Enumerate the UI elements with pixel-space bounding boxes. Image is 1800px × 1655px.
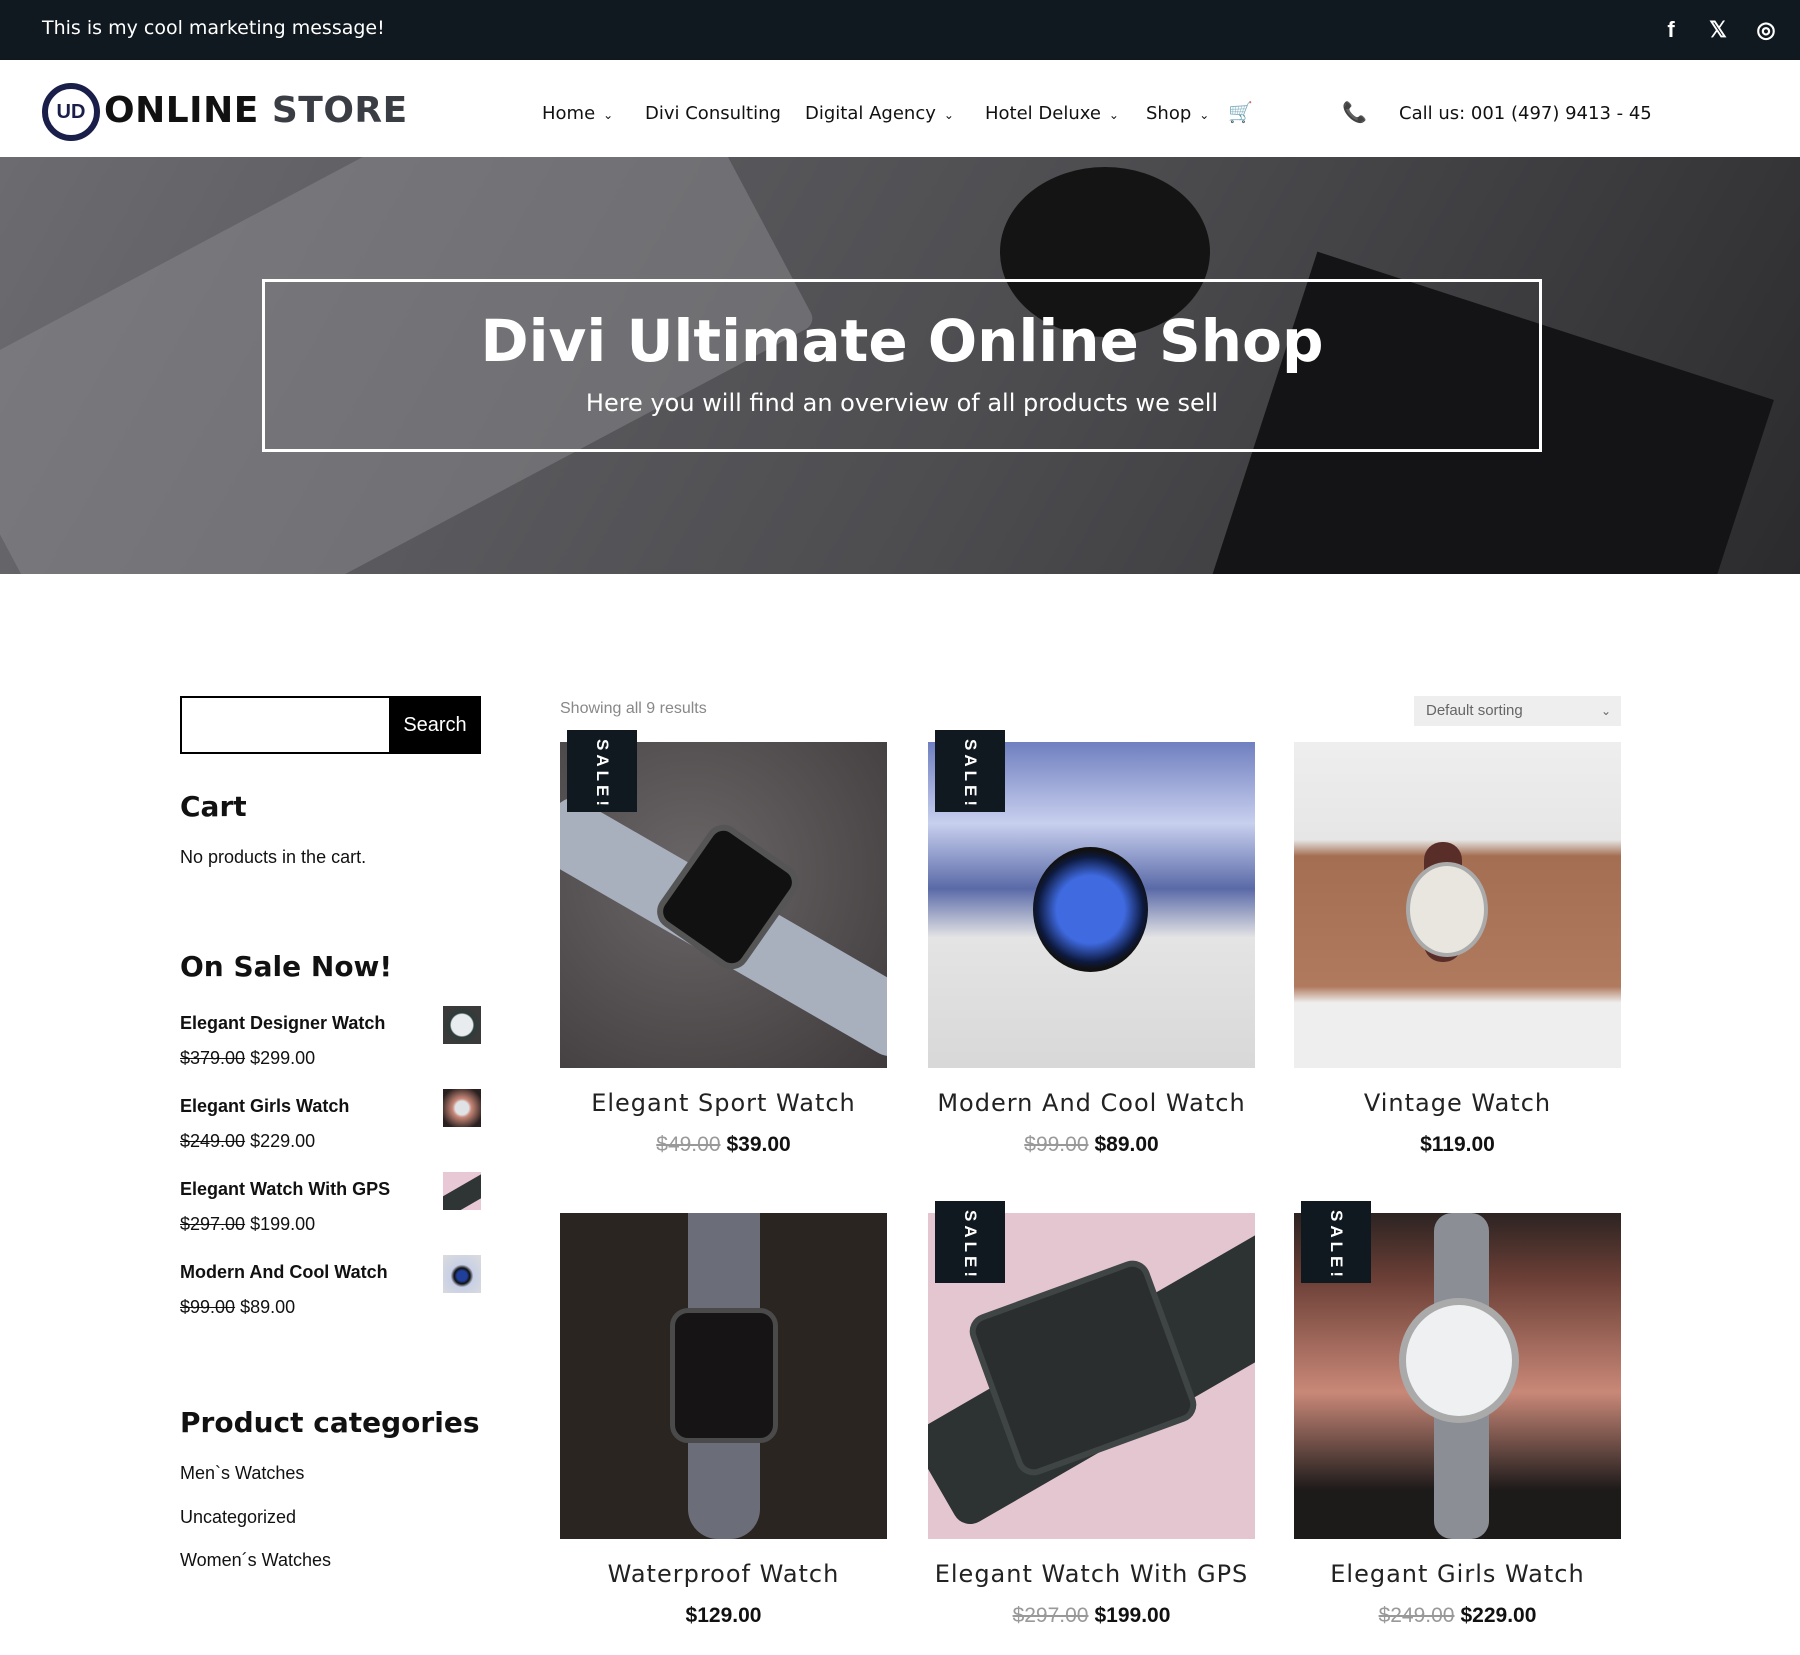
cart-empty-text: No products in the cart.: [180, 847, 367, 867]
sale-item-thumbnail[interactable]: [443, 1089, 481, 1127]
product-title[interactable]: Elegant Sport Watch: [560, 1089, 887, 1117]
nav-divi-consulting[interactable]: Divi Consulting: [645, 103, 781, 124]
logo-word-2: STORE: [271, 90, 408, 131]
call-us-text[interactable]: Call us: 001 (497) 9413 - 45: [1399, 103, 1652, 124]
product-title[interactable]: Elegant Watch With GPS: [928, 1560, 1255, 1588]
old-price: $249.00: [180, 1131, 246, 1151]
sorting-select[interactable]: Default sorting ⌄: [1414, 696, 1621, 726]
sale-price: $199.00: [250, 1214, 316, 1234]
nav-label: Digital Agency: [805, 103, 936, 124]
product-price: $129.00: [560, 1604, 887, 1628]
sale-item-thumbnail[interactable]: [443, 1172, 481, 1210]
current-price: $229.00: [1460, 1604, 1537, 1627]
current-price: $89.00: [1094, 1133, 1159, 1156]
hero-subtitle: Here you will find an overview of all pr…: [585, 389, 1219, 417]
cart-icon[interactable]: 🛒: [1228, 100, 1253, 124]
category-link[interactable]: Men`s Watches: [180, 1463, 304, 1484]
old-price: $49.00: [656, 1133, 721, 1156]
sale-item-name[interactable]: Elegant Designer Watch: [180, 1013, 385, 1034]
nav-digital-agency[interactable]: Digital Agency ⌄: [805, 103, 954, 124]
hero-banner: Divi Ultimate Online Shop Here you will …: [0, 157, 1800, 574]
chevron-down-icon: ⌄: [1600, 704, 1611, 718]
chevron-down-icon: ⌄: [1108, 108, 1119, 122]
current-price: $39.00: [726, 1133, 791, 1156]
product-price: $99.00 $89.00: [928, 1133, 1255, 1157]
sale-item-thumbnail[interactable]: [443, 1255, 481, 1293]
search-button[interactable]: Search: [389, 696, 481, 754]
old-price: $297.00: [1012, 1604, 1089, 1627]
sale-price: $229.00: [250, 1131, 316, 1151]
nav-label: Home: [542, 103, 596, 124]
hero-title: Divi Ultimate Online Shop: [480, 307, 1324, 375]
x-icon[interactable]: 𝕏: [1706, 18, 1730, 42]
header: UD ONLINE STORE Home ⌄ Divi Consulting Di…: [0, 60, 1800, 157]
nav-shop[interactable]: Shop ⌄: [1146, 103, 1209, 124]
sale-price: $299.00: [250, 1048, 316, 1068]
logo-text[interactable]: ONLINE STORE: [104, 90, 408, 131]
product-price: $49.00 $39.00: [560, 1133, 887, 1157]
product-image[interactable]: [1294, 742, 1621, 1068]
sale-badge: SALE!: [935, 730, 1005, 812]
result-count: Showing all 9 results: [560, 700, 707, 717]
facebook-icon[interactable]: f: [1659, 18, 1683, 42]
sale-item-price: $297.00 $199.00: [180, 1214, 315, 1235]
phone-icon: 📞: [1342, 100, 1367, 124]
sorting-value: Default sorting: [1426, 702, 1523, 719]
nav-label: Divi Consulting: [645, 103, 781, 124]
product-categories-title: Product categories: [180, 1406, 480, 1439]
old-price: $249.00: [1378, 1604, 1455, 1627]
sale-badge: SALE!: [567, 730, 637, 812]
nav-label: Shop: [1146, 103, 1192, 124]
current-price: $119.00: [1420, 1133, 1495, 1156]
sale-price: $89.00: [240, 1297, 296, 1317]
marketing-message: This is my cool marketing message!: [42, 17, 385, 39]
product-price: $297.00 $199.00: [928, 1604, 1255, 1628]
product-title[interactable]: Waterproof Watch: [560, 1560, 887, 1588]
product-title[interactable]: Modern And Cool Watch: [928, 1089, 1255, 1117]
old-price: $379.00: [180, 1048, 246, 1068]
sale-badge: SALE!: [1301, 1201, 1371, 1283]
product-price: $119.00: [1294, 1133, 1621, 1157]
old-price: $99.00: [1024, 1133, 1089, 1156]
nav-label: Hotel Deluxe: [985, 103, 1101, 124]
product-title[interactable]: Elegant Girls Watch: [1294, 1560, 1621, 1588]
product-title[interactable]: Vintage Watch: [1294, 1089, 1621, 1117]
product-price: $249.00 $229.00: [1294, 1604, 1621, 1628]
nav-home[interactable]: Home ⌄: [542, 103, 613, 124]
instagram-icon[interactable]: ◎: [1754, 18, 1778, 42]
old-price: $297.00: [180, 1214, 246, 1234]
sale-item-thumbnail[interactable]: [443, 1006, 481, 1044]
chevron-down-icon: ⌄: [603, 108, 614, 122]
sale-item-name[interactable]: Modern And Cool Watch: [180, 1262, 388, 1283]
category-link[interactable]: Uncategorized: [180, 1507, 296, 1528]
sale-item-price: $379.00 $299.00: [180, 1048, 315, 1069]
product-image[interactable]: [560, 1213, 887, 1539]
cart-title: Cart: [180, 790, 247, 823]
chevron-down-icon: ⌄: [1199, 108, 1210, 122]
top-bar: This is my cool marketing message! f 𝕏 ◎: [0, 0, 1800, 60]
sale-item-name[interactable]: Elegant Girls Watch: [180, 1096, 349, 1117]
sale-item-price: $249.00 $229.00: [180, 1131, 315, 1152]
logo-mark[interactable]: UD: [42, 83, 100, 141]
logo-word-1: ONLINE: [104, 90, 259, 131]
on-sale-title: On Sale Now!: [180, 950, 393, 983]
nav-hotel-deluxe[interactable]: Hotel Deluxe ⌄: [985, 103, 1119, 124]
current-price: $199.00: [1094, 1604, 1171, 1627]
sale-badge: SALE!: [935, 1201, 1005, 1283]
old-price: $99.00: [180, 1297, 236, 1317]
chevron-down-icon: ⌄: [943, 108, 954, 122]
sale-item-name[interactable]: Elegant Watch With GPS: [180, 1179, 390, 1200]
search-input[interactable]: [182, 698, 389, 752]
sale-item-price: $99.00 $89.00: [180, 1297, 295, 1318]
current-price: $129.00: [685, 1604, 762, 1627]
category-link[interactable]: Women´s Watches: [180, 1550, 331, 1571]
